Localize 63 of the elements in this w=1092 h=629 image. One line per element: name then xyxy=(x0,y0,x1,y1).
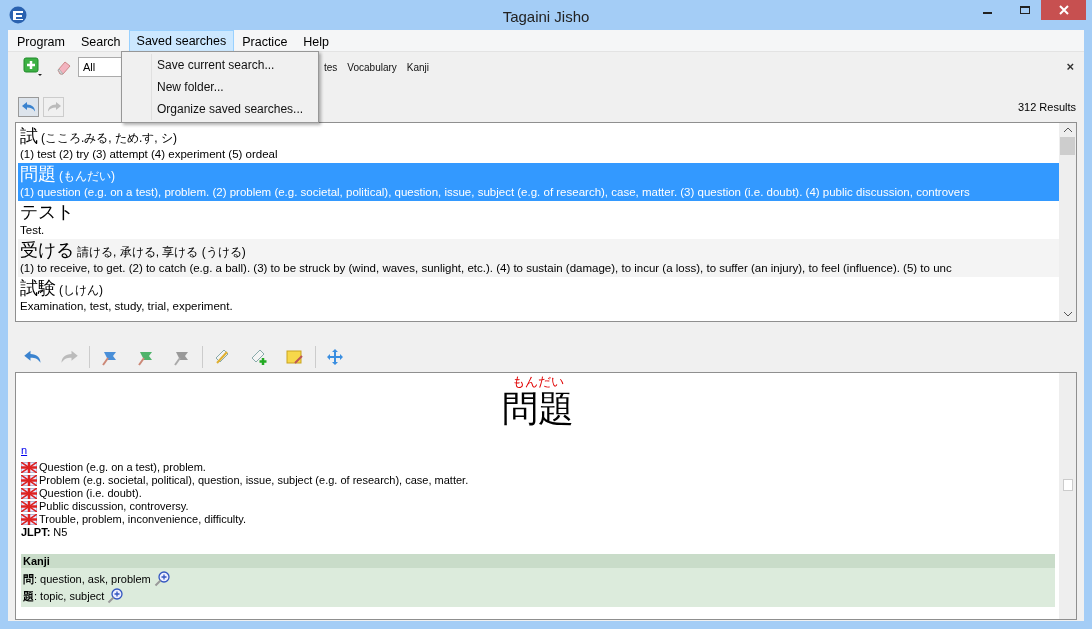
word-reading: もんだい xyxy=(512,374,564,389)
result-gloss: Test. xyxy=(20,223,46,238)
app-logo-icon xyxy=(9,6,27,24)
kanji-meaning: : topic, subject xyxy=(34,588,105,604)
move-arrows-icon[interactable] xyxy=(326,348,344,366)
flag-icon xyxy=(21,462,37,473)
label-add-icon[interactable] xyxy=(249,348,269,366)
zoom-in-icon[interactable] xyxy=(107,588,124,604)
back-button[interactable] xyxy=(18,97,39,117)
scrollbar[interactable] xyxy=(1059,123,1076,321)
headword: 問題 xyxy=(502,389,574,429)
scrollbar-thumb[interactable] xyxy=(1062,479,1073,491)
filter-tab[interactable]: Vocabulary xyxy=(347,59,397,75)
menu-item[interactable]: Program xyxy=(9,29,73,52)
menu-item[interactable]: Search xyxy=(72,29,129,52)
note-icon[interactable] xyxy=(285,348,305,366)
close-search-button[interactable]: × xyxy=(1066,57,1074,77)
result-gloss: (1) question (e.g. on a test), problem. (2) problem (e.g. societal, political), question, issue, subject (e.g. of research), case, matter. (3) question (i.e. doubt). (4) public discussion, controvers xyxy=(20,185,971,200)
result-reading: (こころ.みる, ため.す, シ) xyxy=(41,130,177,147)
kanji-character[interactable]: 問 xyxy=(23,570,34,587)
menu-entry[interactable]: Organize saved searches... xyxy=(122,98,318,120)
sense-text: Question (i.e. doubt). xyxy=(39,487,142,500)
flag-icon xyxy=(21,514,37,525)
result-word: 試 xyxy=(20,125,38,147)
kanji-character[interactable]: 題 xyxy=(23,587,34,604)
part-of-speech-link[interactable]: n xyxy=(21,444,28,456)
jlpt-label: JLPT: xyxy=(21,526,51,539)
flag-icon xyxy=(21,475,37,486)
result-reading: 請ける, 承ける, 享ける (うける) xyxy=(77,244,246,261)
result-gloss: (1) to receive, to get. (2) to catch (e.g. a ball). (3) to be struck by (wind, waves, sunlight, etc.). (4) to sustain (damage), to incur (a loss), to suffer (an injury), to feel (influence). (5) to unc xyxy=(20,261,953,276)
scrollbar-thumb[interactable] xyxy=(1060,137,1075,155)
sense-text: Trouble, problem, inconvenience, difficulty. xyxy=(39,513,247,526)
kanji-meaning: : question, ask, problem xyxy=(34,571,151,587)
zoom-in-icon[interactable] xyxy=(153,571,170,587)
flag-icon xyxy=(21,488,37,499)
filter-tab[interactable]: tes xyxy=(324,59,338,75)
result-word: テスト xyxy=(20,201,74,223)
sense-text: Public discussion, controversy. xyxy=(39,500,189,513)
add-icon[interactable] xyxy=(23,57,43,77)
menu-item[interactable]: Saved searches xyxy=(128,29,235,52)
menu-item[interactable]: Help xyxy=(295,29,338,52)
window-title: Tagaini Jisho xyxy=(502,7,590,27)
results-count: 312 Results xyxy=(1017,99,1076,115)
back-arrow-icon xyxy=(20,101,37,113)
flag-icon xyxy=(21,501,37,512)
close-icon[interactable] xyxy=(1041,0,1086,20)
filter-tab[interactable]: Kanji xyxy=(406,59,430,75)
forward-arrow-icon xyxy=(45,101,62,113)
kanji-section-title: Kanji xyxy=(21,554,1055,568)
result-gloss: Examination, test, study, trial, experiment. xyxy=(20,299,234,314)
scrollbar[interactable] xyxy=(1059,373,1076,619)
jlpt-level: N5 xyxy=(53,526,68,539)
sense-text: Problem (e.g. societal, political), question, issue, subject (e.g. of research), case, matter. xyxy=(39,474,469,487)
result-reading: (もんだい) xyxy=(59,168,115,185)
result-word: 受ける xyxy=(20,239,74,261)
result-reading: (しけん) xyxy=(59,282,103,299)
result-gloss: (1) test (2) try (3) attempt (4) experiment (5) ordeal xyxy=(20,147,279,162)
forward-button[interactable] xyxy=(43,97,64,117)
sense-text: Question (e.g. on a test), problem. xyxy=(39,461,206,474)
menu-entry[interactable]: New folder... xyxy=(122,76,318,98)
menu-item[interactable]: Practice xyxy=(234,29,296,52)
result-word: 問題 xyxy=(20,163,56,185)
result-word: 試験 xyxy=(20,277,56,299)
